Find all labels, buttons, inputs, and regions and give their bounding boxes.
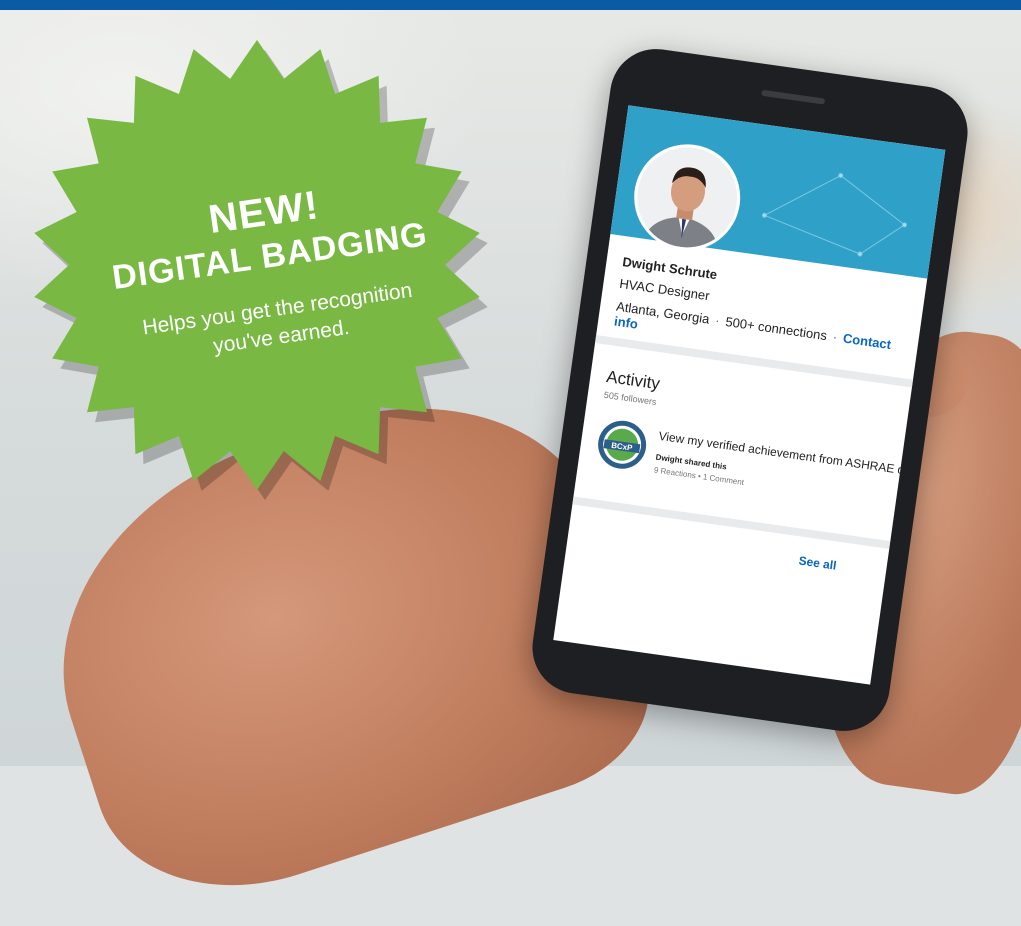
profile-title: HVAC Designer <box>618 275 711 304</box>
post-stats[interactable]: 9 Reactions • 1 Comment <box>653 465 744 487</box>
promo-starburst: NEW! DIGITAL BADGING Helps you get the r… <box>22 30 492 500</box>
connections-count[interactable]: 500+ connections <box>725 314 828 343</box>
top-accent-bar <box>0 0 1021 10</box>
separator-dot: · <box>714 312 721 329</box>
bcxp-badge-icon[interactable]: BCxP <box>594 417 650 473</box>
separator-dot: · <box>831 329 839 345</box>
phone-screen: Dwight Schrute HVAC Designer Atlanta, Ge… <box>553 105 946 685</box>
phone-speaker <box>761 89 826 105</box>
see-all-link[interactable]: See all <box>798 554 838 573</box>
section-divider <box>572 496 891 549</box>
